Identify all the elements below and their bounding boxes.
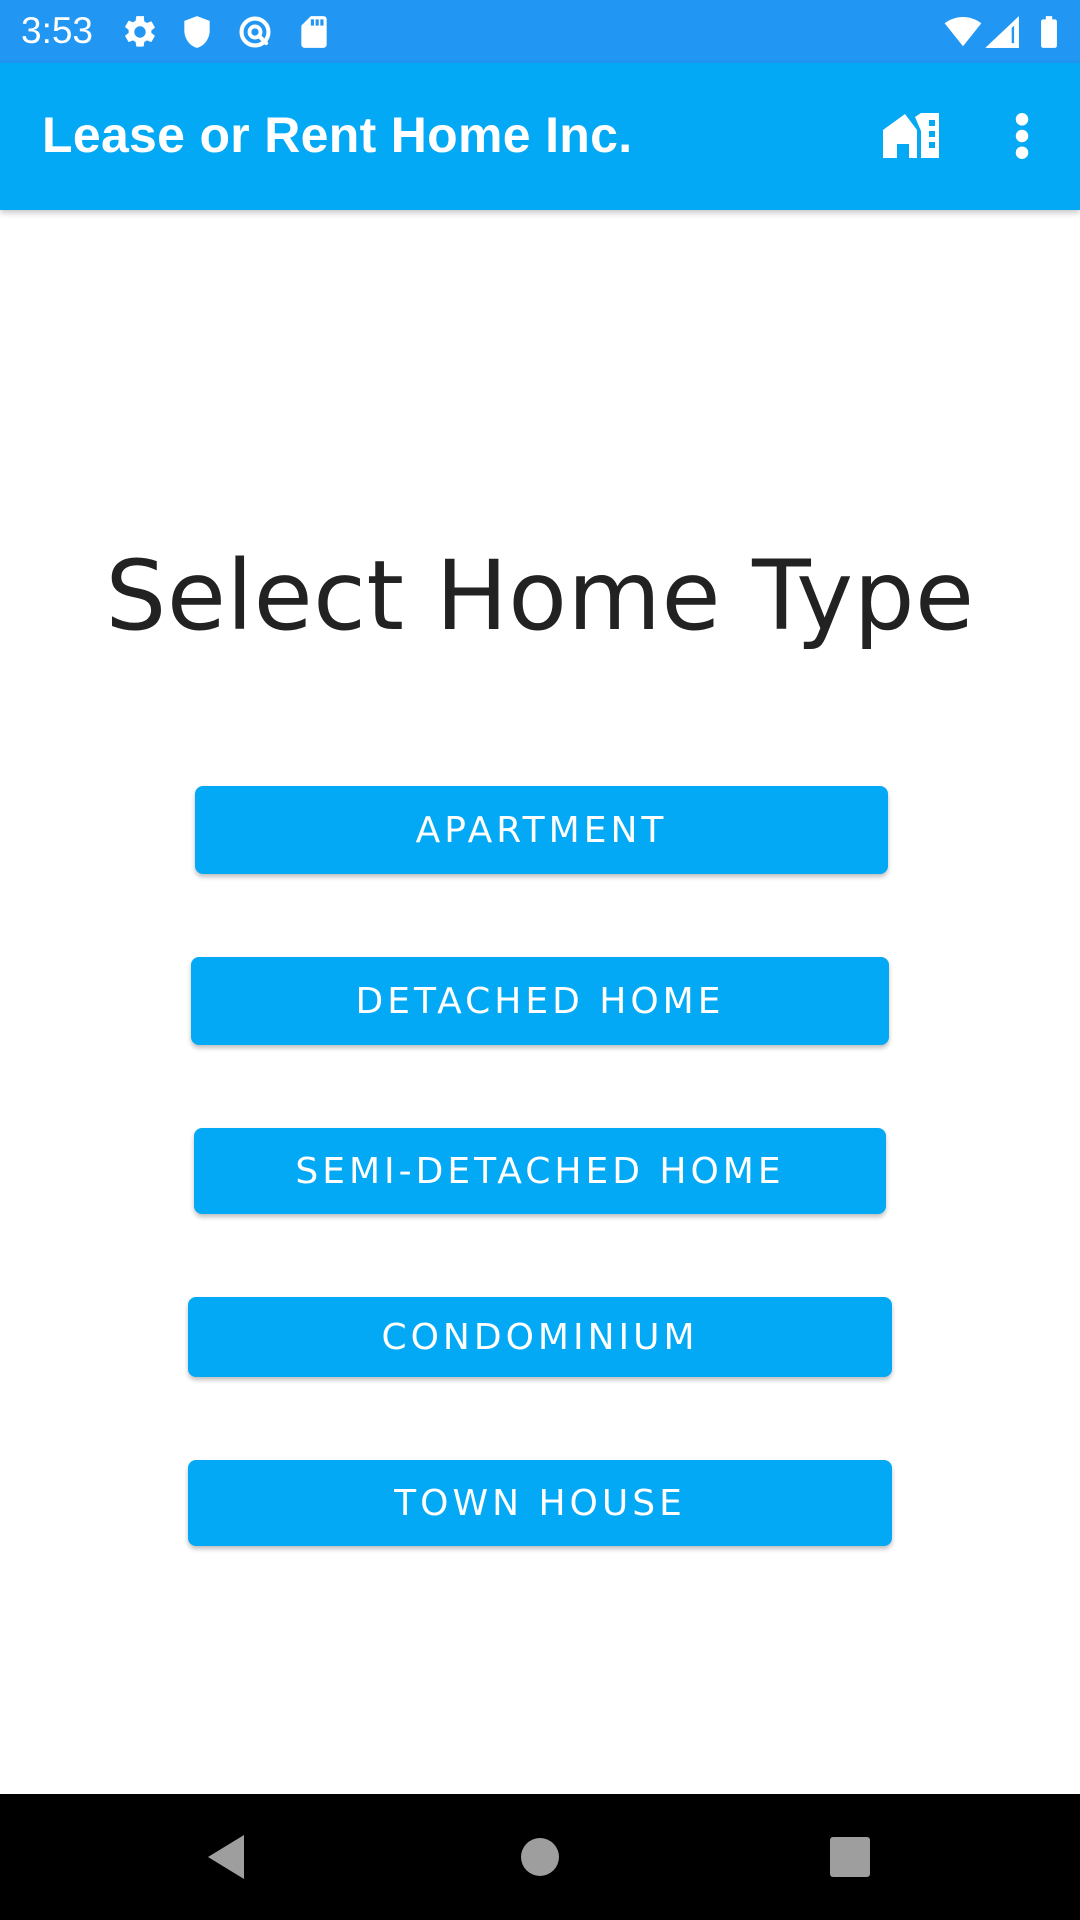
battery-icon bbox=[1030, 13, 1068, 51]
app-bar: Lease or Rent Home Inc. bbox=[0, 63, 1080, 210]
sd-card-icon bbox=[295, 13, 333, 51]
town-house-button[interactable]: TOWN HOUSE bbox=[188, 1460, 892, 1546]
semi-detached-home-button[interactable]: SEMI-DETACHED HOME bbox=[194, 1128, 886, 1214]
vpn-key-icon bbox=[236, 13, 274, 51]
apartment-button[interactable]: APARTMENT bbox=[195, 786, 888, 874]
homes-icon[interactable] bbox=[872, 106, 950, 166]
settings-icon bbox=[121, 13, 159, 51]
home-icon[interactable] bbox=[500, 1817, 580, 1897]
status-time: 3:53 bbox=[21, 10, 94, 51]
back-icon[interactable] bbox=[186, 1817, 266, 1897]
page-title: Select Home Type bbox=[105, 540, 975, 652]
signal-icon bbox=[984, 13, 1022, 51]
status-bar: 3:53 bbox=[0, 0, 1080, 63]
more-vert-icon[interactable] bbox=[992, 103, 1052, 169]
wifi-icon bbox=[944, 13, 982, 51]
detached-home-button[interactable]: DETACHED HOME bbox=[191, 957, 889, 1045]
condominium-button[interactable]: CONDOMINIUM bbox=[188, 1297, 892, 1377]
app-title: Lease or Rent Home Inc. bbox=[42, 107, 633, 163]
recents-icon[interactable] bbox=[810, 1817, 890, 1897]
shield-icon bbox=[178, 13, 216, 51]
navigation-bar bbox=[0, 1794, 1080, 1920]
